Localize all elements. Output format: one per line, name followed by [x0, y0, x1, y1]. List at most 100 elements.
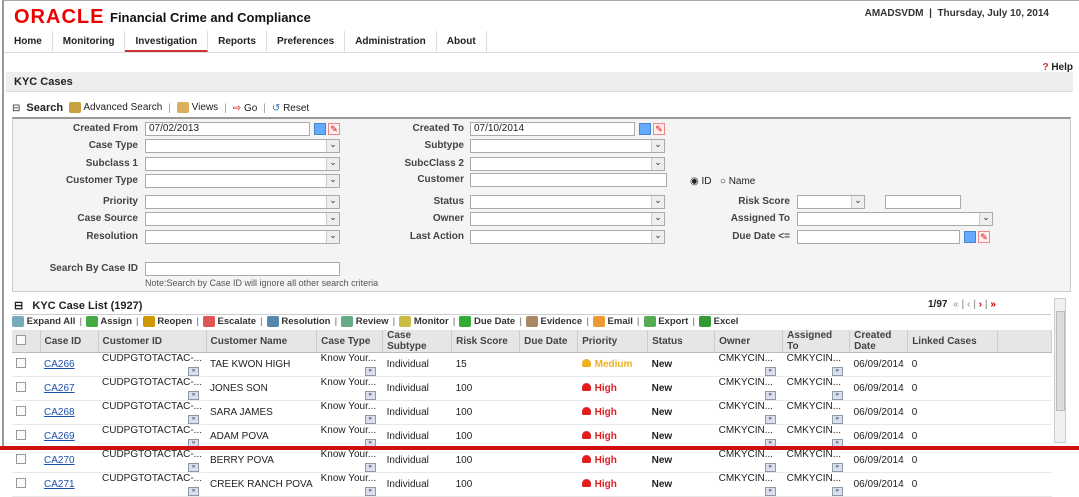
created-from-calendar-icon[interactable]	[314, 123, 326, 135]
column-header-assigned-to[interactable]: Assigned To	[782, 330, 851, 353]
column-header-case-id[interactable]: Case ID	[40, 330, 99, 353]
row-select[interactable]	[12, 472, 40, 497]
row-checkbox[interactable]	[16, 382, 26, 392]
next-page-icon[interactable]: ›	[979, 299, 982, 310]
customer-type-select[interactable]	[145, 174, 340, 188]
tab-about[interactable]: About	[437, 31, 487, 52]
case-id-link[interactable]: CA270	[44, 455, 75, 466]
excel-button[interactable]: Excel	[698, 315, 738, 327]
risk-score-select[interactable]	[797, 195, 865, 209]
case-id-link[interactable]: CA266	[44, 359, 75, 370]
resolution-select[interactable]	[145, 230, 340, 244]
row-checkbox[interactable]	[16, 454, 26, 464]
row-checkbox[interactable]	[16, 406, 26, 416]
row-select[interactable]	[12, 400, 40, 425]
due-date-button[interactable]: Due Date	[459, 315, 515, 327]
prev-page-icon[interactable]: ‹	[967, 299, 970, 310]
case-type-select[interactable]	[145, 139, 340, 153]
first-page-icon[interactable]: «	[953, 299, 959, 310]
details-icon[interactable]: »	[364, 415, 376, 424]
resolution-button[interactable]: Resolution	[266, 315, 330, 327]
tab-reports[interactable]: Reports	[208, 31, 267, 52]
column-header-owner[interactable]: Owner	[714, 330, 784, 353]
expand-all-button[interactable]: Expand All	[12, 315, 75, 327]
details-icon[interactable]: »	[364, 463, 376, 472]
table-row[interactable]: CA270 CUDPGTOTACTAC-... » BERRY POVA Know Y…	[12, 448, 1052, 473]
row-checkbox[interactable]	[16, 358, 26, 368]
column-header-due-date[interactable]: Due Date	[519, 330, 579, 353]
export-button[interactable]: Export	[643, 315, 688, 327]
created-to-calendar-icon[interactable]	[639, 123, 651, 135]
tab-investigation[interactable]: Investigation	[125, 31, 209, 52]
advanced-search-button[interactable]: Advanced Search	[69, 102, 162, 114]
details-icon[interactable]: »	[364, 367, 376, 376]
table-row[interactable]: CA271 CUDPGTOTACTAC-... » CREEK RANCH POVA…	[12, 472, 1052, 497]
radio-id[interactable]: ◉ ID	[690, 176, 712, 187]
case-id-link[interactable]: CA271	[44, 479, 75, 490]
details-icon[interactable]: »	[764, 367, 776, 376]
assign-button[interactable]: Assign	[86, 315, 132, 327]
details-icon[interactable]: »	[764, 463, 776, 472]
tab-monitoring[interactable]: Monitoring	[53, 31, 126, 52]
scrollbar-thumb[interactable]	[1056, 311, 1065, 411]
tab-home[interactable]: Home	[4, 31, 53, 52]
subclass1-select[interactable]	[145, 157, 340, 171]
details-icon[interactable]: »	[188, 391, 199, 400]
case-source-select[interactable]	[145, 212, 340, 226]
row-select[interactable]	[12, 424, 40, 449]
due-date-clear-icon[interactable]: ✎	[978, 231, 990, 243]
row-select[interactable]	[12, 376, 40, 401]
monitor-button[interactable]: Monitor	[399, 315, 449, 327]
collapse-icon[interactable]: ⊟	[12, 103, 20, 114]
details-icon[interactable]: »	[831, 391, 843, 400]
column-header-customer-id[interactable]: Customer ID	[98, 330, 207, 353]
details-icon[interactable]: »	[188, 487, 199, 496]
details-icon[interactable]: »	[831, 487, 843, 496]
details-icon[interactable]: »	[188, 367, 199, 376]
column-header-risk-score[interactable]: Risk Score	[451, 330, 521, 353]
case-id-link[interactable]: CA268	[44, 407, 75, 418]
customer-input[interactable]	[470, 173, 667, 187]
details-icon[interactable]: »	[364, 487, 376, 496]
email-button[interactable]: Email	[592, 315, 633, 327]
created-from-clear-icon[interactable]: ✎	[328, 123, 340, 135]
table-row[interactable]: CA268 CUDPGTOTACTAC-... » SARA JAMES Know Y…	[12, 400, 1052, 425]
details-icon[interactable]: »	[764, 487, 776, 496]
reopen-button[interactable]: Reopen	[142, 315, 192, 327]
subclass2-select[interactable]	[470, 157, 665, 171]
go-button[interactable]: ⇨ Go	[233, 103, 258, 114]
search-by-case-id-input[interactable]	[145, 262, 340, 276]
review-button[interactable]: Review	[341, 315, 389, 327]
column-header-linked-cases[interactable]: Linked Cases	[907, 330, 999, 353]
column-header-status[interactable]: Status	[647, 330, 716, 353]
row-checkbox[interactable]	[16, 430, 26, 440]
column-header-customer-name[interactable]: Customer Name	[206, 330, 318, 353]
details-icon[interactable]: »	[764, 391, 776, 400]
column-header-case-type[interactable]: Case Type	[316, 330, 384, 353]
table-row[interactable]: CA266 CUDPGTOTACTAC-... » TAE KWON HIGH Kno…	[12, 352, 1052, 377]
scrollbar[interactable]	[1054, 298, 1066, 443]
row-checkbox[interactable]	[16, 478, 26, 488]
case-id-link[interactable]: CA267	[44, 383, 75, 394]
evidence-button[interactable]: Evidence	[525, 315, 582, 327]
column-header-case-subtype[interactable]: Case Subtype	[382, 330, 453, 353]
details-icon[interactable]: »	[831, 367, 843, 376]
subtype-select[interactable]	[470, 139, 665, 153]
escalate-button[interactable]: Escalate	[202, 315, 256, 327]
status-select[interactable]	[470, 195, 665, 209]
row-select[interactable]	[12, 352, 40, 377]
created-to-clear-icon[interactable]: ✎	[653, 123, 665, 135]
details-icon[interactable]: »	[831, 415, 843, 424]
row-select[interactable]	[12, 448, 40, 473]
views-button[interactable]: Views	[176, 102, 218, 114]
tab-preferences[interactable]: Preferences	[267, 31, 346, 52]
column-header-created-date[interactable]: Created Date	[849, 330, 909, 353]
details-icon[interactable]: »	[764, 415, 776, 424]
reset-button[interactable]: ↺ Reset	[272, 103, 309, 114]
risk-score-input[interactable]	[885, 195, 961, 209]
table-row[interactable]: CA267 CUDPGTOTACTAC-... » JONES SON Know Yo…	[12, 376, 1052, 401]
last-page-icon[interactable]: »	[990, 299, 996, 310]
assigned-to-select[interactable]	[797, 212, 993, 226]
table-row[interactable]: CA269 CUDPGTOTACTAC-... » ADAM POVA Know Yo…	[12, 424, 1052, 449]
case-id-link[interactable]: CA269	[44, 431, 75, 442]
